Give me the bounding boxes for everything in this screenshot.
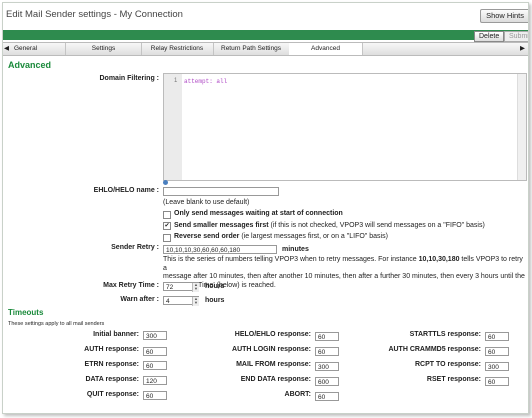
timeout-abort-label: ABORT: bbox=[284, 391, 311, 398]
tab-general[interactable]: General bbox=[10, 43, 66, 55]
max-retry-spinner-icon[interactable]: ▲ ▼ bbox=[192, 283, 199, 292]
max-retry-label: Max Retry Time : bbox=[103, 282, 159, 289]
sender-retry-label: Sender Retry : bbox=[111, 244, 159, 251]
tab-advanced[interactable]: Advanced bbox=[289, 43, 363, 55]
submit-button[interactable]: Submit bbox=[504, 31, 528, 42]
timeouts-heading: Timeouts bbox=[8, 308, 44, 317]
sender-retry-unit: minutes bbox=[282, 246, 309, 253]
editor-line-number: 1 bbox=[174, 78, 178, 84]
timeout-rset-label: RSET response: bbox=[426, 376, 481, 383]
editor-code-line[interactable]: attempt: all bbox=[184, 78, 227, 85]
warn-after-spinner-icon[interactable]: ▲ ▼ bbox=[192, 297, 199, 306]
timeout-auth-label: AUTH response: bbox=[84, 346, 139, 353]
ehlo-name-input[interactable] bbox=[163, 187, 279, 196]
timeout-auth-login-input[interactable]: 60 bbox=[315, 347, 339, 356]
timeout-initial-banner-label: Initial banner: bbox=[93, 331, 139, 338]
advanced-heading: Advanced bbox=[8, 60, 52, 70]
send-smaller-checkbox[interactable]: ✔ bbox=[163, 222, 171, 230]
sender-retry-input[interactable]: 10,10,10,30,60,60,60,180 bbox=[163, 245, 277, 254]
warn-after-value: 4 bbox=[166, 298, 170, 305]
editor-resize-icon[interactable] bbox=[163, 180, 168, 185]
editor-scrollbar[interactable] bbox=[517, 74, 526, 180]
timeout-helo-ehlo-label: HELO/EHLO response: bbox=[234, 331, 311, 338]
timeout-rcpt-to-input[interactable]: 300 bbox=[485, 362, 509, 371]
send-smaller-label: Send smaller messages first (if this is … bbox=[174, 222, 485, 229]
editor-gutter: 1 bbox=[164, 74, 182, 180]
timeout-mail-from-input[interactable]: 300 bbox=[315, 362, 339, 371]
timeout-quit-input[interactable]: 60 bbox=[143, 391, 167, 400]
timeout-rset-input[interactable]: 60 bbox=[485, 377, 509, 386]
timeout-data-input[interactable]: 120 bbox=[143, 376, 167, 385]
timeout-etrn-input[interactable]: 60 bbox=[143, 361, 167, 370]
tab-scroll-right-icon[interactable]: ▶ bbox=[517, 43, 528, 55]
dialog-window: Edit Mail Sender settings - My Connectio… bbox=[2, 2, 529, 414]
timeout-etrn-label: ETRN response: bbox=[84, 361, 139, 368]
timeout-initial-banner-input[interactable]: 300 bbox=[143, 331, 167, 340]
tab-relay-restrictions[interactable]: Relay Restrictions bbox=[141, 43, 214, 55]
domain-filtering-editor[interactable]: 1 attempt: all bbox=[163, 73, 527, 181]
timeout-abort-input[interactable]: 60 bbox=[315, 392, 339, 401]
only-send-checkbox[interactable] bbox=[163, 211, 171, 219]
reverse-order-label: Reverse send order (ie largest messages … bbox=[174, 233, 388, 240]
warn-after-unit: hours bbox=[205, 297, 225, 304]
timeout-mail-from-label: MAIL FROM response: bbox=[236, 361, 311, 368]
timeout-data-label: DATA response: bbox=[85, 376, 139, 383]
ehlo-label: EHLO/HELO name : bbox=[93, 187, 159, 194]
timeout-end-data-label: END DATA response: bbox=[240, 376, 311, 383]
timeout-auth-input[interactable]: 60 bbox=[143, 347, 167, 356]
only-send-label: Only send messages waiting at start of c… bbox=[174, 210, 343, 217]
domain-filtering-label: Domain Filtering : bbox=[99, 75, 160, 82]
tab-settings[interactable]: Settings bbox=[66, 43, 142, 55]
timeout-quit-label: QUIT response: bbox=[86, 391, 139, 398]
timeout-starttls-input[interactable]: 60 bbox=[485, 332, 509, 341]
tab-bar: ◀ General Settings Relay Restrictions Re… bbox=[3, 42, 528, 56]
timeout-auth-crammd5-label: AUTH CRAMMD5 response: bbox=[388, 346, 481, 353]
timeout-rcpt-to-label: RCPT TO response: bbox=[415, 361, 481, 368]
timeout-helo-ehlo-input[interactable]: 60 bbox=[315, 332, 339, 341]
show-hints-button[interactable]: Show Hints bbox=[480, 9, 528, 23]
delete-button[interactable]: Delete bbox=[474, 31, 505, 42]
max-retry-value: 72 bbox=[166, 284, 174, 291]
timeout-auth-crammd5-input[interactable]: 60 bbox=[485, 347, 509, 356]
timeout-starttls-label: STARTTLS response: bbox=[409, 331, 481, 338]
reverse-order-checkbox[interactable] bbox=[163, 234, 171, 242]
warn-after-label: Warn after : bbox=[120, 296, 159, 303]
window-title: Edit Mail Sender settings - My Connectio… bbox=[6, 9, 183, 20]
timeout-end-data-input[interactable]: 600 bbox=[315, 377, 339, 386]
ehlo-hint: (Leave blank to use default) bbox=[163, 199, 250, 206]
max-retry-unit: hours bbox=[205, 283, 225, 290]
tab-return-path-settings[interactable]: Return Path Settings bbox=[213, 43, 290, 55]
timeout-auth-login-label: AUTH LOGIN response: bbox=[232, 346, 311, 353]
tab-scroll-left-icon[interactable]: ◀ bbox=[3, 43, 10, 55]
warn-after-input[interactable]: 4 ▲ ▼ bbox=[163, 296, 199, 306]
max-retry-input[interactable]: 72 ▲ ▼ bbox=[163, 282, 199, 292]
action-bar: Delete Submit bbox=[3, 30, 528, 42]
timeouts-note: These settings apply to all mail senders bbox=[8, 321, 105, 327]
